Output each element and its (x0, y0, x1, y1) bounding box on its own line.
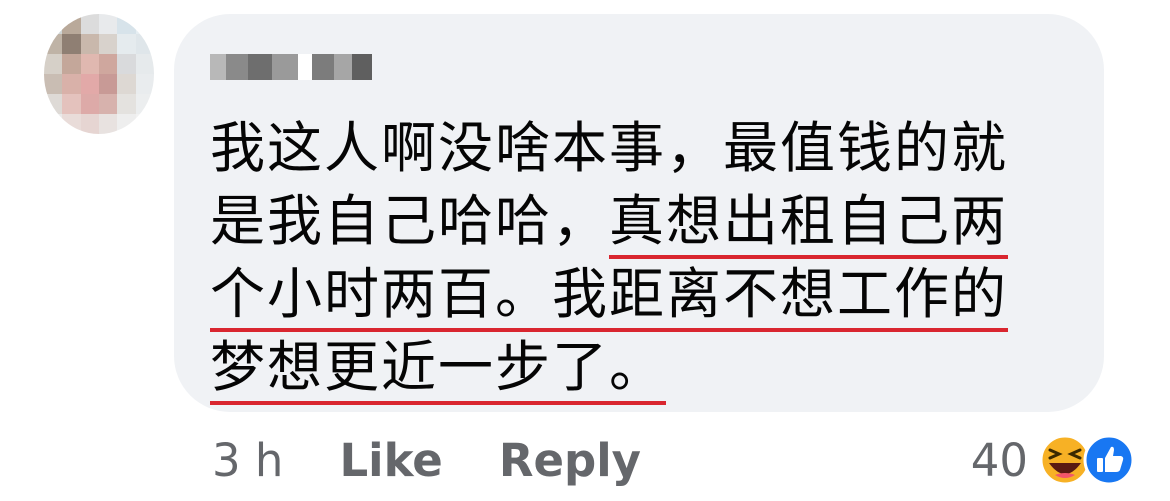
avatar-pixel (99, 114, 118, 134)
avatar-pixel (135, 114, 154, 134)
avatar-pixel (62, 54, 81, 74)
avatar-pixel (117, 54, 136, 74)
comment-text-plain: 我这人啊没啥本事，最值钱的就 (210, 116, 1009, 180)
reaction-icons (1039, 434, 1135, 486)
comment-text: 我这人啊没啥本事，最值钱的就 是我自己哈哈，真想出租自己两 个小时两百。我距离不… (210, 112, 1080, 405)
avatar-pixel (44, 14, 63, 34)
reply-button[interactable]: Reply (499, 434, 641, 487)
comment-line: 我这人啊没啥本事，最值钱的就 (210, 112, 1080, 185)
avatar-pixel (62, 34, 81, 54)
comment-text-highlight: 个小时两百。我距离不想工作的 (210, 262, 1009, 332)
avatar-pixel (80, 34, 99, 54)
avatar-pixel (80, 114, 99, 134)
reaction-count: 40 (970, 433, 1028, 487)
avatar-pixel (135, 14, 154, 34)
commenter-name-pixelated[interactable] (210, 52, 380, 82)
avatar-pixel (80, 14, 99, 34)
avatar-pixel (135, 34, 154, 54)
avatar-pixel (80, 74, 99, 94)
avatar-pixel (44, 74, 63, 94)
avatar-pixel (135, 94, 154, 114)
avatar-pixel (99, 54, 118, 74)
avatar-pixel (117, 14, 136, 34)
avatar-pixel (99, 94, 118, 114)
comment-text-plain: 是我自己哈哈， (210, 189, 610, 253)
avatar-pixel (62, 114, 81, 134)
reactions-summary[interactable]: 40 (971, 425, 1136, 495)
avatar-pixel (117, 34, 136, 54)
comment-line: 是我自己哈哈，真想出租自己两 (210, 185, 1080, 259)
avatar-pixel (117, 94, 136, 114)
like-button[interactable]: Like (339, 434, 442, 487)
comment-text-highlight: 梦想更近一步了。 (210, 335, 667, 405)
avatar-pixel (62, 94, 81, 114)
avatar-pixel (44, 114, 63, 134)
avatar-pixel (135, 74, 154, 94)
avatar-pixel (99, 34, 118, 54)
comment-actions: 3 h Like Reply (212, 425, 641, 495)
avatar-pixel (80, 54, 99, 74)
avatar-pixel (135, 54, 154, 74)
avatar[interactable] (44, 14, 154, 134)
avatar-pixel (62, 14, 81, 34)
haha-icon (1039, 434, 1091, 486)
avatar-pixel (117, 74, 136, 94)
avatar-pixel (44, 94, 63, 114)
avatar-pixel (44, 54, 63, 74)
comment-line: 梦想更近一步了。 (210, 331, 1080, 405)
timestamp-link[interactable]: 3 h (212, 434, 283, 487)
avatar-pixel (117, 114, 136, 134)
comment-text-highlight: 真想出租自己两 (609, 189, 1009, 259)
avatar-pixel (99, 74, 118, 94)
avatar-pixel (99, 14, 118, 34)
avatar-pixel (62, 74, 81, 94)
avatar-pixel (80, 94, 99, 114)
like-icon (1083, 434, 1135, 486)
avatar-pixel (44, 34, 63, 54)
comment-line: 个小时两百。我距离不想工作的 (210, 258, 1080, 332)
